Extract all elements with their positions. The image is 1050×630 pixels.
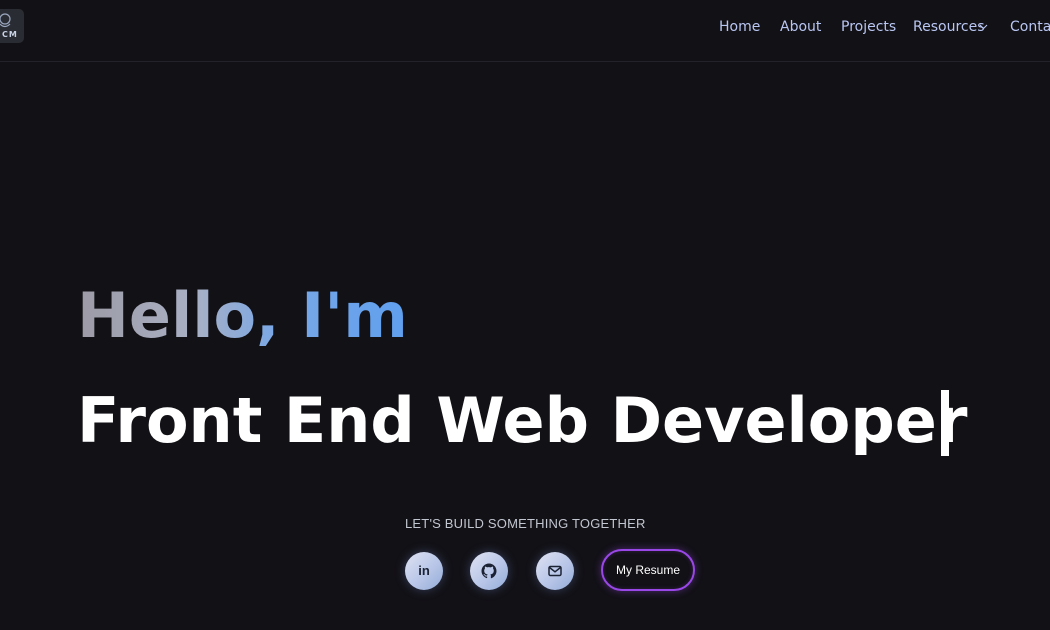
- linkedin-button[interactable]: in: [405, 552, 443, 590]
- hero-tagline: LET'S BUILD SOMETHING TOGETHER: [405, 516, 646, 531]
- nav-projects[interactable]: Projects: [841, 19, 896, 35]
- resume-button[interactable]: My Resume: [601, 549, 695, 591]
- nav-contact[interactable]: Contac: [1010, 19, 1050, 35]
- chevron-down-icon[interactable]: [979, 22, 988, 31]
- typing-cursor: [941, 390, 949, 456]
- logo[interactable]: CM: [0, 9, 24, 43]
- nav-home[interactable]: Home: [719, 19, 760, 35]
- logo-text: CM: [2, 30, 18, 39]
- hero-greeting: Hello, I'm: [77, 276, 408, 356]
- github-icon: [481, 563, 497, 579]
- mail-icon: [548, 565, 562, 577]
- hero-role: Front End Web Developer: [77, 384, 968, 457]
- nav-about[interactable]: About: [780, 19, 821, 35]
- nav-resources[interactable]: Resources: [913, 19, 985, 35]
- linkedin-icon: in: [418, 563, 430, 578]
- email-button[interactable]: [536, 552, 574, 590]
- site-header: CM Home About Projects Resources Contac: [0, 0, 1050, 62]
- page: CM Home About Projects Resources Contac …: [0, 0, 1050, 630]
- github-button[interactable]: [470, 552, 508, 590]
